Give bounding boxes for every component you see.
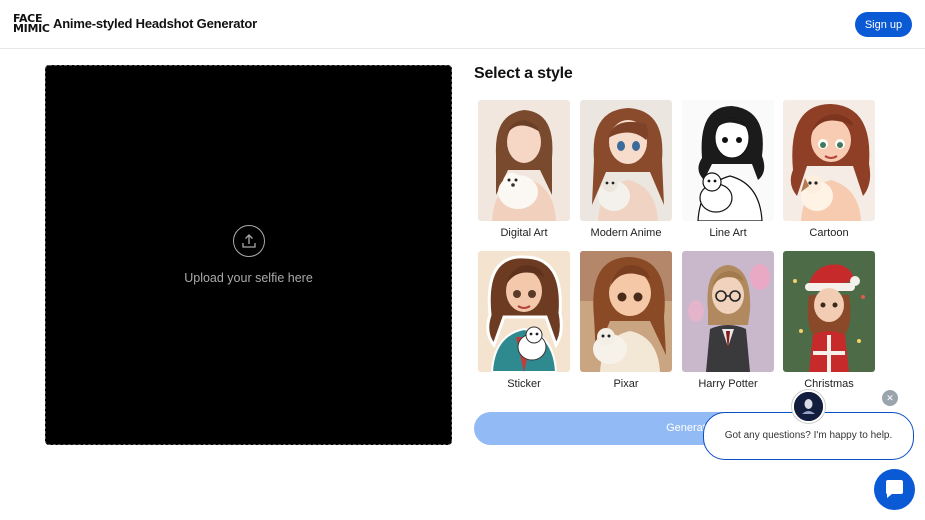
style-label: Christmas [804, 378, 854, 390]
modern-anime-thumbnail [580, 100, 672, 221]
style-option-pixar[interactable]: Pixar [580, 251, 672, 391]
chat-greeting-text: Got any questions? I'm happy to help. [724, 430, 893, 441]
style-label: Sticker [507, 378, 541, 390]
style-option-harry-potter[interactable]: Harry Potter [682, 251, 774, 391]
selfie-upload-dropzone[interactable]: Upload your selfie here [45, 65, 452, 445]
harry-potter-thumbnail [682, 251, 774, 372]
chat-launcher-button[interactable] [874, 469, 915, 510]
digital-art-thumbnail [478, 100, 570, 221]
style-option-cartoon[interactable]: Cartoon [783, 100, 875, 240]
close-icon[interactable]: ✕ [882, 390, 898, 406]
pixar-thumbnail [580, 251, 672, 372]
cartoon-thumbnail [783, 100, 875, 221]
style-option-modern-anime[interactable]: Modern Anime [580, 100, 672, 240]
style-option-line-art[interactable]: Line Art [682, 100, 774, 240]
style-option-digital-art[interactable]: Digital Art [478, 100, 570, 240]
chat-icon [886, 480, 903, 498]
style-option-sticker[interactable]: Sticker [478, 251, 570, 391]
sticker-thumbnail [478, 251, 570, 372]
line-art-thumbnail [682, 100, 774, 221]
style-option-christmas[interactable]: Christmas [783, 251, 875, 391]
chatbot-avatar [792, 390, 825, 423]
style-section-heading: Select a style [474, 65, 573, 82]
style-label: Pixar [613, 378, 639, 390]
style-label: Modern Anime [590, 227, 662, 239]
style-label: Harry Potter [698, 378, 758, 390]
style-label: Line Art [709, 227, 747, 239]
top-bar: FACE MIMIC Anime-styled Headshot Generat… [0, 0, 925, 49]
sign-up-button[interactable]: Sign up [855, 12, 912, 37]
logo-text-line2: MIMIC [13, 22, 50, 35]
upload-icon [233, 225, 265, 257]
christmas-thumbnail [783, 251, 875, 372]
style-label: Cartoon [809, 227, 849, 239]
face-mimic-logo[interactable]: FACE MIMIC [13, 13, 50, 35]
page-title: Anime-styled Headshot Generator [53, 16, 258, 31]
upload-instruction: Upload your selfie here [184, 271, 313, 285]
style-label: Digital Art [500, 227, 548, 239]
